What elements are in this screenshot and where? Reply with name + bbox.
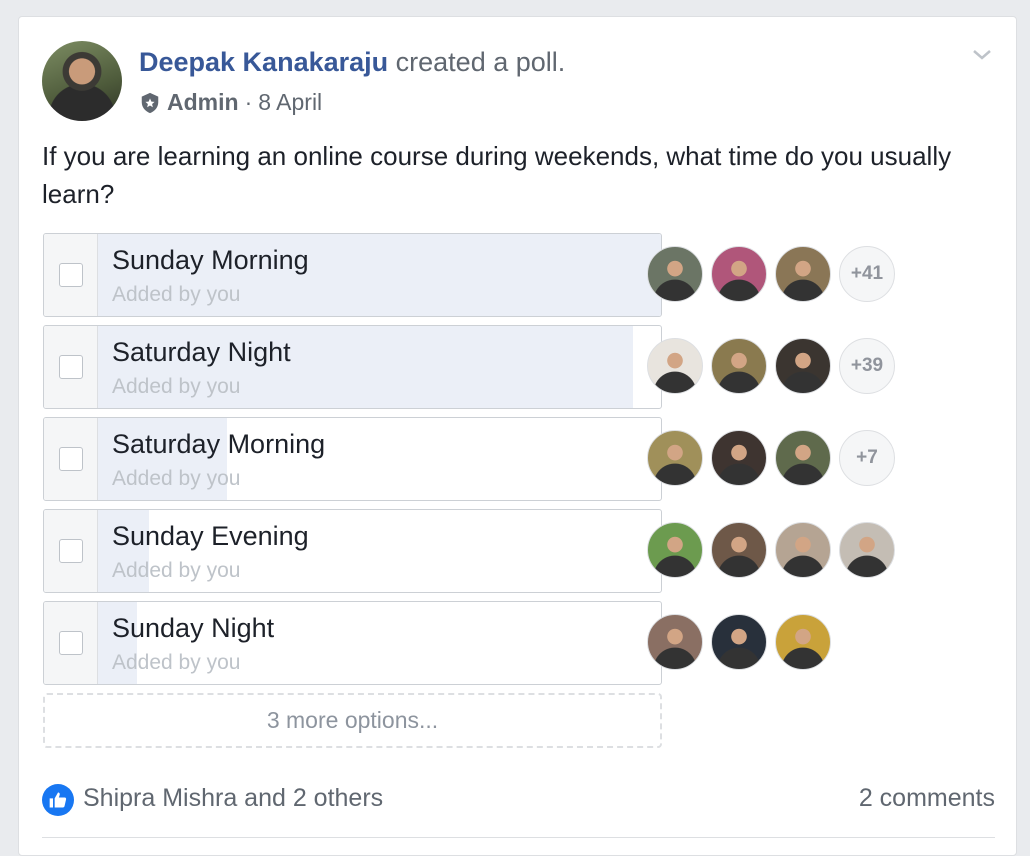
post-date-link[interactable]: 8 April (258, 89, 322, 116)
poll-option[interactable]: Saturday Morning Added by you (43, 417, 662, 501)
poll-option-label: Saturday Night (112, 337, 291, 367)
post-header: Deepak Kanakaraju created a poll. (139, 47, 565, 78)
voter-avatars: +39 (647, 338, 895, 394)
voter-avatar[interactable] (775, 246, 831, 302)
poll-option[interactable]: Sunday Evening Added by you (43, 509, 662, 593)
poll-option-checkbox[interactable] (59, 263, 83, 287)
voter-avatar[interactable] (647, 522, 703, 578)
likers-text[interactable]: Shipra Mishra and 2 others (83, 784, 383, 813)
more-voters-count[interactable]: +39 (839, 338, 895, 394)
voter-avatar[interactable] (775, 430, 831, 486)
voter-avatar[interactable] (839, 522, 895, 578)
poll-option-added-by: Added by you (112, 283, 241, 306)
poll-question: If you are learning an online course dur… (42, 141, 952, 209)
voter-avatar[interactable] (647, 430, 703, 486)
voter-avatars: +41 (647, 246, 895, 302)
like-reaction-icon[interactable] (42, 784, 74, 816)
poll-option-checkbox[interactable] (59, 539, 83, 563)
poll-option-checkbox[interactable] (59, 631, 83, 655)
poll-option-checkbox[interactable] (59, 355, 83, 379)
voter-avatar[interactable] (647, 614, 703, 670)
more-voters-count[interactable]: +7 (839, 430, 895, 486)
voter-avatar[interactable] (711, 430, 767, 486)
voter-avatar[interactable] (647, 338, 703, 394)
poll-option[interactable]: Sunday Morning Added by you (43, 233, 662, 317)
checkbox-cell (44, 510, 98, 592)
voter-avatar[interactable] (647, 246, 703, 302)
post-meta: Admin · 8 April (139, 89, 322, 116)
poll-option-checkbox[interactable] (59, 447, 83, 471)
post-footer: Shipra Mishra and 2 others 2 comments (42, 782, 995, 820)
voter-avatar[interactable] (711, 614, 767, 670)
checkbox-cell (44, 326, 98, 408)
author-name-link[interactable]: Deepak Kanakaraju (139, 47, 388, 77)
admin-badge-icon (141, 92, 159, 113)
poll-option-added-by: Added by you (112, 467, 241, 490)
voter-avatars (647, 614, 831, 670)
post-card: Deepak Kanakaraju created a poll. Admin … (18, 16, 1017, 856)
chevron-down-icon[interactable] (970, 43, 994, 67)
poll-option-added-by: Added by you (112, 651, 241, 674)
poll-option[interactable]: Saturday Night Added by you (43, 325, 662, 409)
voter-avatar[interactable] (711, 246, 767, 302)
voter-avatar[interactable] (711, 338, 767, 394)
meta-separator: · (244, 89, 253, 115)
poll-option-added-by: Added by you (112, 375, 241, 398)
post-action-text: created a poll. (395, 47, 566, 77)
voter-avatars (647, 522, 895, 578)
poll-option-label: Sunday Night (112, 613, 275, 643)
checkbox-cell (44, 418, 98, 500)
poll-option-label: Saturday Morning (112, 429, 326, 459)
more-voters-count[interactable]: +41 (839, 246, 895, 302)
poll-option-label: Sunday Evening (112, 521, 309, 551)
checkbox-cell (44, 602, 98, 684)
voter-avatar[interactable] (711, 522, 767, 578)
author-avatar[interactable] (42, 41, 122, 121)
checkbox-cell (44, 234, 98, 316)
more-options-button[interactable]: 3 more options... (43, 693, 662, 748)
poll-option-label: Sunday Morning (112, 245, 309, 275)
poll-option-added-by: Added by you (112, 559, 241, 582)
admin-role-label[interactable]: Admin (167, 89, 239, 116)
comments-count-link[interactable]: 2 comments (859, 784, 995, 813)
voter-avatar[interactable] (775, 338, 831, 394)
voter-avatars: +7 (647, 430, 895, 486)
thumbs-up-icon (49, 792, 67, 808)
voter-avatar[interactable] (775, 614, 831, 670)
poll-option[interactable]: Sunday Night Added by you (43, 601, 662, 685)
footer-divider (42, 837, 995, 838)
voter-avatar[interactable] (775, 522, 831, 578)
